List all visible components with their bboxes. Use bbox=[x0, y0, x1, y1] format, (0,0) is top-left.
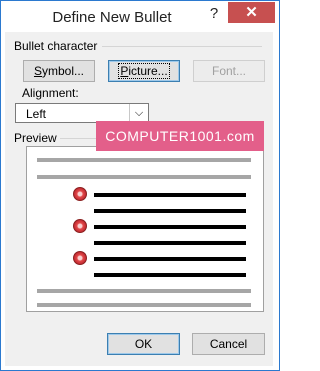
preview-text-line bbox=[94, 225, 246, 229]
preview-divider bbox=[60, 138, 96, 139]
alignment-value: Left bbox=[26, 107, 47, 121]
preview-gray-line bbox=[37, 158, 251, 162]
symbol-button[interactable]: Symbol... bbox=[23, 60, 95, 82]
preview-text-line bbox=[94, 241, 246, 245]
preview-text-line bbox=[94, 193, 246, 197]
preview-text-line bbox=[94, 257, 246, 261]
bullet-icon bbox=[73, 219, 87, 233]
alignment-label: Alignment: bbox=[22, 86, 79, 100]
chevron-down-icon[interactable]: ⌵ bbox=[129, 104, 148, 122]
symbol-rest: ymbol... bbox=[42, 64, 85, 78]
preview-gray-line bbox=[37, 289, 251, 293]
dialog-title: Define New Bullet bbox=[52, 9, 172, 26]
title-bar: Define New Bullet ? ✕ bbox=[1, 1, 279, 31]
preview-gray-line bbox=[37, 303, 251, 307]
watermark-badge: COMPUTER1001.com bbox=[96, 121, 264, 151]
cancel-button[interactable]: Cancel bbox=[192, 333, 265, 355]
bullet-icon bbox=[73, 251, 87, 265]
picture-button[interactable]: Picture... bbox=[108, 60, 180, 82]
symbol-accel: S bbox=[33, 64, 42, 78]
alignment-label-post: nment: bbox=[42, 86, 79, 100]
picture-rest: icture... bbox=[128, 64, 168, 78]
section-divider bbox=[102, 46, 262, 47]
preview-text-line bbox=[94, 273, 246, 277]
alignment-label-pre: Ali bbox=[22, 86, 36, 100]
bullet-icon bbox=[73, 187, 87, 201]
alignment-select[interactable]: Left ⌵ bbox=[15, 103, 149, 123]
close-icon[interactable]: ✕ bbox=[228, 2, 275, 23]
ok-button[interactable]: OK bbox=[107, 333, 180, 355]
help-icon[interactable]: ? bbox=[205, 3, 223, 25]
preview-box bbox=[26, 146, 264, 312]
preview-gray-line bbox=[37, 175, 251, 179]
font-button[interactable]: Font... bbox=[193, 60, 265, 82]
picture-focus: Picture... bbox=[116, 61, 171, 81]
preview-label: Preview bbox=[14, 131, 57, 145]
bullet-character-label: Bullet character bbox=[14, 39, 98, 53]
preview-text-line bbox=[94, 209, 246, 213]
